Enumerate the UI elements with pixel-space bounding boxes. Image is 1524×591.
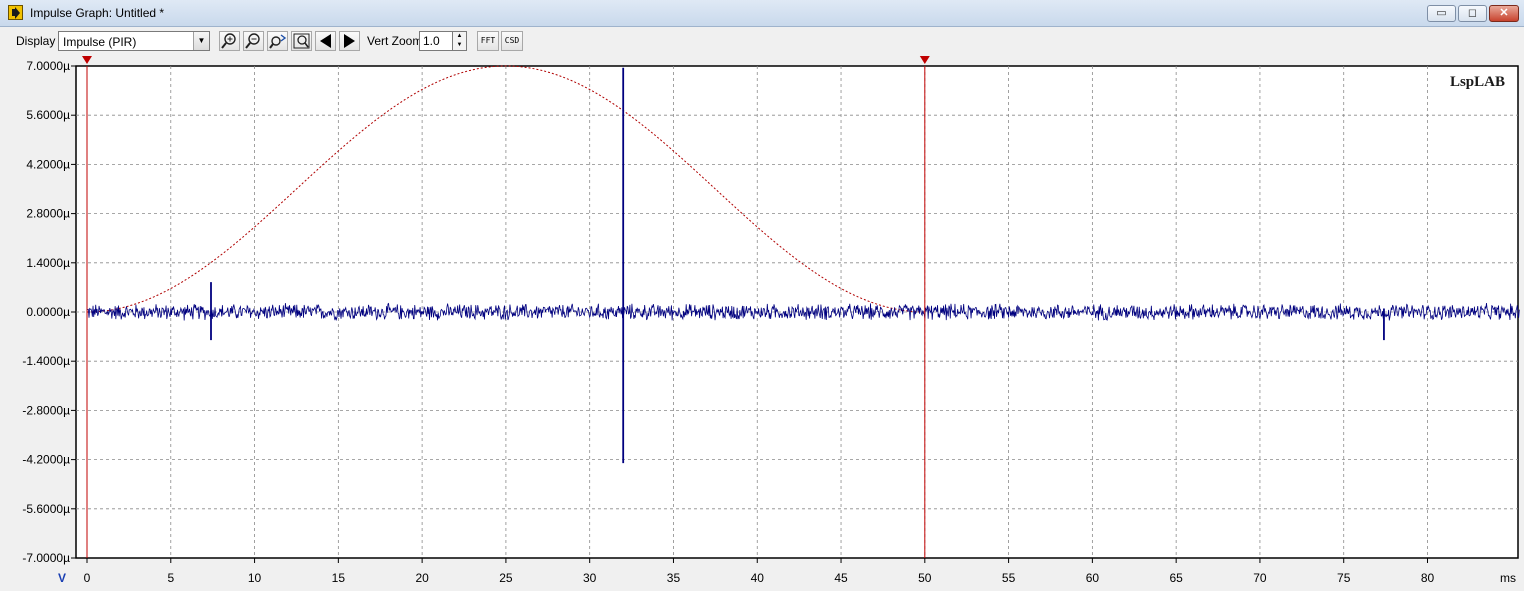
y-tick-label: -4.2000µ: [22, 453, 70, 467]
csd-button[interactable]: CSD: [501, 31, 523, 51]
y-tick-label: 4.2000µ: [26, 157, 70, 171]
x-tick-label: 65: [1169, 571, 1183, 585]
zoom-out-button[interactable]: [243, 31, 264, 51]
impulse-plot[interactable]: 7.0000µ 5.6000µ 4.2000µ 2.8000µ 1.4000µ 0.000…: [0, 54, 1524, 591]
speaker-app-icon: [8, 5, 23, 20]
scroll-left-icon: [320, 34, 331, 48]
x-axis-labels: 0 5 10 15 20 25 30 35 40 45 50 55 60 65 70 75 80: [84, 571, 1435, 585]
scroll-left-button[interactable]: [315, 31, 336, 51]
y-unit-label: V: [58, 571, 66, 585]
vert-zoom-input[interactable]: 1.0: [419, 31, 453, 51]
y-tick-label: 5.6000µ: [26, 108, 70, 122]
x-tick-label: 15: [332, 571, 346, 585]
zoom-fit-button[interactable]: [291, 31, 312, 51]
x-tick-label: 5: [167, 571, 174, 585]
x-unit-label: ms: [1500, 571, 1516, 585]
y-tick-label: -5.6000µ: [22, 502, 70, 516]
x-tick-label: 10: [248, 571, 262, 585]
display-label: Display: [16, 34, 56, 48]
display-select-value: Impulse (PIR): [63, 35, 137, 49]
vert-zoom-label: Vert Zoom: [367, 34, 423, 48]
y-tick-label: -7.0000µ: [22, 551, 70, 565]
y-tick-label: 7.0000µ: [26, 59, 70, 73]
window-title: Impulse Graph: Untitled *: [30, 6, 165, 20]
x-tick-label: 70: [1253, 571, 1267, 585]
vert-zoom-spinner[interactable]: ▲ ▼: [452, 31, 467, 51]
x-tick-label: 20: [415, 571, 429, 585]
zoom-fit-icon: [293, 33, 310, 49]
y-tick-label: 2.8000µ: [26, 207, 70, 221]
scroll-right-icon: [344, 34, 355, 48]
maximize-button[interactable]: ◻: [1458, 5, 1487, 22]
zoom-in-button[interactable]: [219, 31, 240, 51]
x-tick-label: 30: [583, 571, 597, 585]
x-tick-label: 75: [1337, 571, 1351, 585]
x-tick-label: 80: [1421, 571, 1435, 585]
scroll-right-button[interactable]: [339, 31, 360, 51]
x-tick-label: 25: [499, 571, 513, 585]
y-axis-labels: 7.0000µ 5.6000µ 4.2000µ 2.8000µ 1.4000µ 0.000…: [22, 59, 70, 565]
window-marker-handle[interactable]: [919, 56, 930, 64]
x-tick-label: 45: [834, 571, 848, 585]
close-button[interactable]: ✕: [1489, 5, 1519, 22]
x-tick-label: 40: [751, 571, 765, 585]
x-tick-label: 55: [1002, 571, 1016, 585]
window-marker-handle[interactable]: [82, 56, 92, 64]
zoom-in-icon: [221, 33, 236, 49]
chevron-down-icon[interactable]: ▼: [193, 32, 209, 50]
minimize-button[interactable]: ▭: [1427, 5, 1456, 22]
zoom-reset-button[interactable]: [267, 31, 288, 51]
brand-logo: LspLAB: [1450, 74, 1505, 90]
impulse-graph[interactable]: 7.0000µ 5.6000µ 4.2000µ 2.8000µ 1.4000µ 0.000…: [0, 54, 1524, 591]
toolbar: Display Impulse (PIR) ▼ Vert Zoom 1.0 ▲ ▼…: [0, 27, 1524, 54]
fft-button[interactable]: FFT: [477, 31, 499, 51]
y-tick-label: 0.0000µ: [26, 305, 70, 319]
x-tick-label: 50: [918, 571, 932, 585]
x-tick-label: 35: [667, 571, 681, 585]
y-tick-label: 1.4000µ: [26, 256, 70, 270]
y-tick-label: -2.8000µ: [22, 403, 70, 417]
x-tick-label: 60: [1086, 571, 1100, 585]
zoom-reset-icon: [269, 34, 287, 49]
title-bar: Impulse Graph: Untitled * ▭ ◻ ✕: [0, 0, 1524, 27]
y-tick-label: -1.4000µ: [22, 354, 70, 368]
zoom-out-icon: [245, 33, 260, 49]
x-tick-label: 0: [84, 571, 91, 585]
display-select[interactable]: Impulse (PIR) ▼: [58, 31, 210, 51]
